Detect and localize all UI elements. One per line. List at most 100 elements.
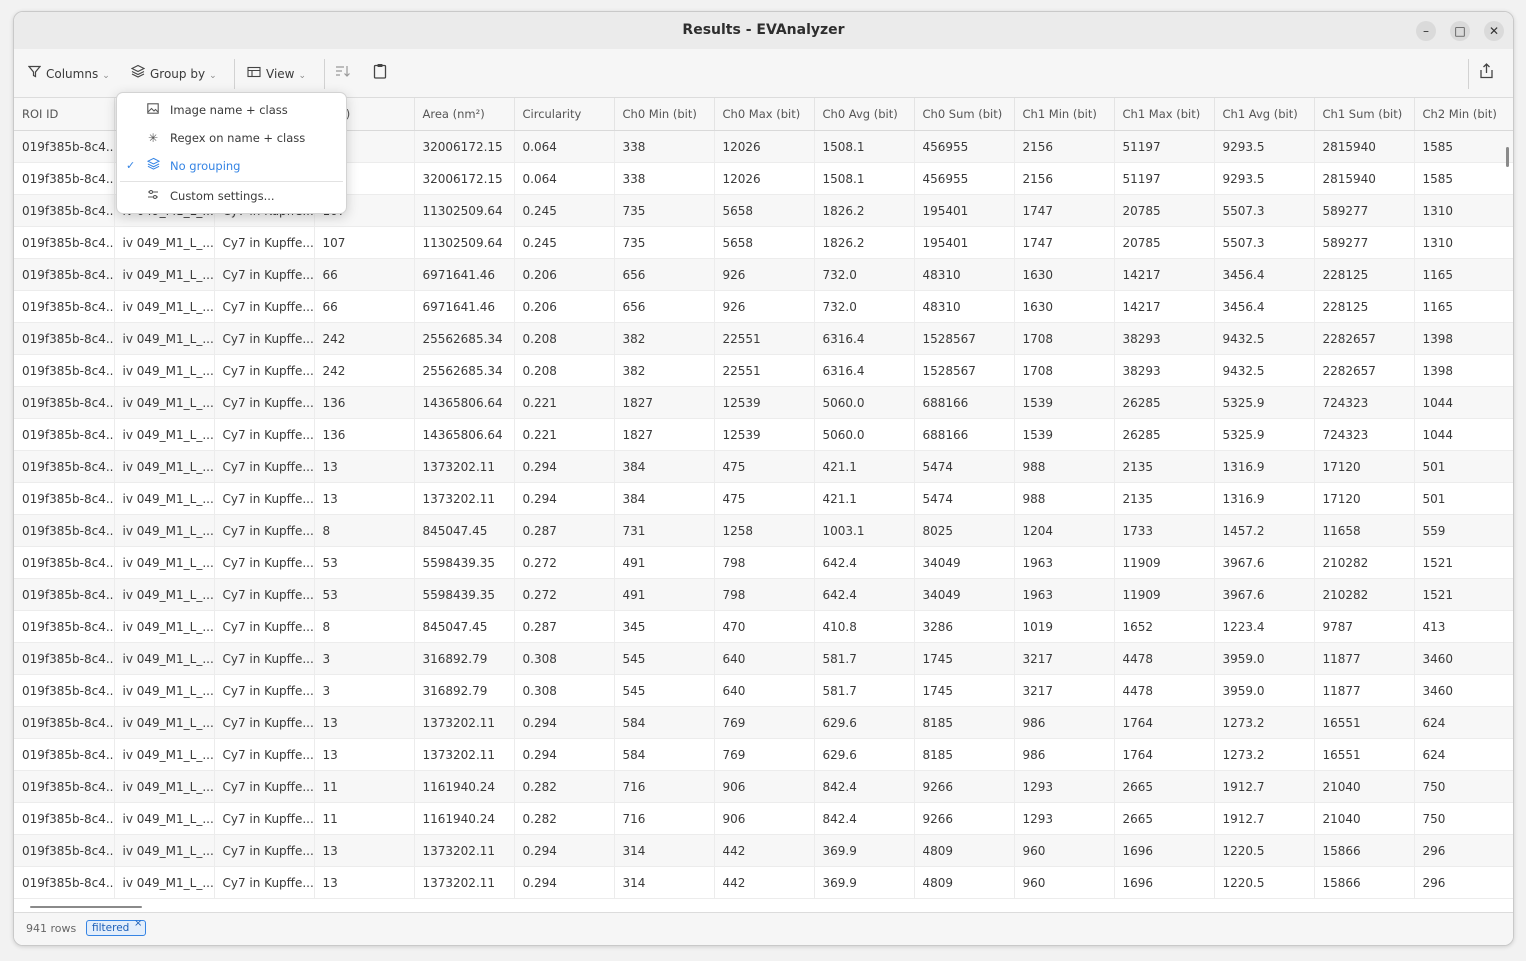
column-header[interactable]: Ch0 Max (bit) [714, 98, 815, 131]
table-cell: Cy7 in Kupffe... [214, 226, 315, 259]
column-header[interactable]: Area (nm²) [414, 98, 515, 131]
table-cell: 11302509.64 [414, 194, 515, 227]
column-header[interactable]: Ch0 Avg (bit) [814, 98, 915, 131]
table-cell: 1539 [1014, 418, 1115, 451]
table-cell: 316892.79 [414, 674, 515, 707]
table-cell: 51197 [1114, 162, 1215, 195]
image-icon [145, 97, 161, 123]
column-header[interactable]: Ch1 Sum (bit) [1314, 98, 1415, 131]
table-cell: 12026 [714, 162, 815, 195]
table-row[interactable]: 019f385b-8c4...iv 049_M1_L_...Cy7 in Kup… [14, 258, 1513, 291]
table-cell: 798 [714, 546, 815, 579]
table-row[interactable]: 019f385b-8c4...iv 049_M1_L_...Cy7 in Kup… [14, 450, 1513, 483]
table-row[interactable]: 019f385b-8c4...iv 049_M1_L_...Cy7 in Kup… [14, 610, 1513, 643]
menu-item-image-name-class[interactable]: Image name + class [117, 97, 346, 123]
table-cell: 9293.5 [1214, 162, 1315, 195]
table-cell: 019f385b-8c4... [14, 834, 115, 867]
table-cell: 6971641.46 [414, 258, 515, 291]
table-cell: 1044 [1414, 418, 1513, 451]
table-row[interactable]: 019f385b-8c4...iv 049_M1_L_...Cy7 in Kup… [14, 706, 1513, 739]
column-header[interactable]: ROI ID [14, 98, 115, 131]
table-row[interactable]: 019f385b-8c4...iv 049_M1_L_...Cy7 in Kup… [14, 514, 1513, 547]
table-cell: 195401 [914, 226, 1015, 259]
table-cell: 019f385b-8c4... [14, 322, 115, 355]
close-button[interactable]: ✕ [1484, 21, 1504, 41]
table-row[interactable]: 019f385b-8c4...iv 049_M1_L_...Cy7 in Kup… [14, 866, 1513, 899]
sort-button[interactable] [332, 63, 354, 85]
table-cell: 1161940.24 [414, 802, 515, 835]
horizontal-scrollbar[interactable] [30, 906, 142, 908]
table-cell: 136 [314, 418, 415, 451]
column-header[interactable]: Ch0 Min (bit) [614, 98, 715, 131]
column-header[interactable]: Ch0 Sum (bit) [914, 98, 1015, 131]
view-button[interactable]: View ⌄ [246, 64, 306, 84]
table-cell: 019f385b-8c4... [14, 866, 115, 899]
menu-item-custom-settings[interactable]: Custom settings... [117, 183, 346, 209]
minimize-button[interactable]: – [1416, 21, 1436, 41]
title-bar[interactable]: Results - EVAnalyzer – □ ✕ [14, 12, 1513, 50]
table-cell: 735 [614, 226, 715, 259]
filtered-chip[interactable]: filtered × [86, 917, 147, 936]
table-row[interactable]: 019f385b-8c4...iv 049_M1_L_...Cy7 in Kup… [14, 386, 1513, 419]
table-row[interactable]: 019f385b-8c4...iv 049_M1_L_...Cy7 in Kup… [14, 354, 1513, 387]
table-row[interactable]: 019f385b-8c4...iv 049_M1_L_...Cy7 in Kup… [14, 418, 1513, 451]
table-cell: 724323 [1314, 386, 1415, 419]
table-cell: 1316.9 [1214, 482, 1315, 515]
menu-item-regex-name-class[interactable]: ✳ Regex on name + class [117, 125, 346, 151]
table-cell: 019f385b-8c4... [14, 706, 115, 739]
column-header[interactable]: Ch2 Min (bit) [1414, 98, 1513, 131]
menu-item-no-grouping[interactable]: ✓ No grouping [117, 153, 346, 179]
column-header[interactable]: Ch1 Avg (bit) [1214, 98, 1315, 131]
column-header[interactable]: Circularity [514, 98, 615, 131]
toolbar: Columns ⌄ Group by ⌄ View ⌄ [14, 49, 1513, 98]
table-cell: 0.221 [514, 418, 615, 451]
table-cell: 501 [1414, 450, 1513, 483]
table-cell: 0.064 [514, 130, 615, 163]
group-by-button[interactable]: Group by ⌄ [130, 64, 217, 84]
export-button[interactable] [1475, 63, 1497, 85]
table-row[interactable]: 019f385b-8c4...iv 049_M1_L_...Cy7 in Kup… [14, 834, 1513, 867]
table-row[interactable]: 019f385b-8c4...iv 049_M1_L_...Cy7 in Kup… [14, 322, 1513, 355]
table-cell: iv 049_M1_L_... [114, 802, 215, 835]
table-cell: 1696 [1114, 834, 1215, 867]
table-cell: 9293.5 [1214, 130, 1315, 163]
vertical-scrollbar[interactable] [1506, 147, 1509, 167]
table-cell: 12539 [714, 418, 815, 451]
clipboard-button[interactable] [369, 63, 391, 85]
table-cell: 228125 [1314, 290, 1415, 323]
table-cell: 589277 [1314, 194, 1415, 227]
column-header[interactable]: Ch1 Min (bit) [1014, 98, 1115, 131]
table-row[interactable]: 019f385b-8c4...iv 049_M1_L_...Cy7 in Kup… [14, 770, 1513, 803]
columns-button[interactable]: Columns ⌄ [26, 64, 110, 84]
table-cell: 1273.2 [1214, 738, 1315, 771]
table-row[interactable]: 019f385b-8c4...iv 049_M1_L_...Cy7 in Kup… [14, 674, 1513, 707]
results-table-container[interactable]: ROI ID(px²)Area (nm²)CircularityCh0 Min … [14, 98, 1513, 913]
table-row[interactable]: 019f385b-8c4...iv 049_M1_L_...Cy7 in Kup… [14, 738, 1513, 771]
table-row[interactable]: 019f385b-8c4...iv 049_M1_L_...Cy7 in Kup… [14, 290, 1513, 323]
table-cell: iv 049_M1_L_... [114, 642, 215, 675]
table-cell: 5507.3 [1214, 194, 1315, 227]
table-cell: 0.287 [514, 514, 615, 547]
column-header[interactable]: Ch1 Max (bit) [1114, 98, 1215, 131]
table-cell: 338 [614, 130, 715, 163]
chip-close-icon[interactable]: × [134, 917, 142, 931]
table-row[interactable]: 019f385b-8c4...iv 049_M1_L_...Cy7 in Kup… [14, 802, 1513, 835]
table-cell: 5658 [714, 226, 815, 259]
table-row[interactable]: 019f385b-8c4...iv 049_M1_L_...Cy7 in Kup… [14, 578, 1513, 611]
table-cell: 5598439.35 [414, 578, 515, 611]
table-cell: 53 [314, 578, 415, 611]
table-cell: 0.245 [514, 194, 615, 227]
table-cell: 4809 [914, 834, 1015, 867]
table-cell: 6971641.46 [414, 290, 515, 323]
maximize-button[interactable]: □ [1450, 21, 1470, 41]
table-row[interactable]: 019f385b-8c4...iv 049_M1_L_...Cy7 in Kup… [14, 482, 1513, 515]
table-cell: 5060.0 [814, 418, 915, 451]
table-cell: 1827 [614, 386, 715, 419]
table-cell: 1708 [1014, 354, 1115, 387]
table-row[interactable]: 019f385b-8c4...iv 049_M1_L_...Cy7 in Kup… [14, 546, 1513, 579]
table-cell: 3217 [1014, 674, 1115, 707]
table-row[interactable]: 019f385b-8c4...iv 049_M1_L_...Cy7 in Kup… [14, 642, 1513, 675]
table-cell: 0.272 [514, 546, 615, 579]
table-row[interactable]: 019f385b-8c4...iv 049_M1_L_...Cy7 in Kup… [14, 226, 1513, 259]
table-cell: Cy7 in Kupffe... [214, 546, 315, 579]
